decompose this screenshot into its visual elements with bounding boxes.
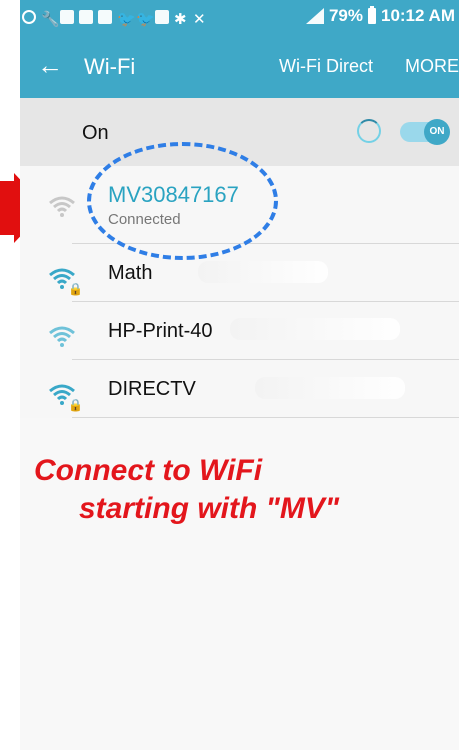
blur-mask <box>230 318 400 340</box>
lock-icon: 🔒 <box>68 398 83 412</box>
image-icon <box>60 10 74 24</box>
more-button[interactable]: MORE <box>405 56 459 77</box>
network-row-hp-print[interactable]: HP-Print-40 <box>20 302 459 360</box>
signal-icon <box>305 8 324 24</box>
wifi-on-label: On <box>82 122 109 144</box>
scanning-spinner-icon <box>357 119 381 143</box>
wrench-icon: 🔧 <box>41 11 60 28</box>
back-arrow-icon[interactable]: ← <box>37 52 63 78</box>
switch-knob: ON <box>424 119 450 145</box>
network-row-directv[interactable]: 🔒 DIRECTV <box>20 360 459 418</box>
blur-mask <box>198 261 328 283</box>
flipboard-icon <box>79 10 93 24</box>
callout-line1: Connect to WiFi <box>34 454 263 487</box>
battery-icon <box>367 6 376 24</box>
wifi-icon <box>49 326 75 347</box>
clock: 10:12 AM <box>380 6 455 25</box>
blur-mask <box>255 377 405 399</box>
screenshot-icon <box>155 10 169 24</box>
instruction-callout: Connect to WiFi starting with "MV" <box>34 452 339 528</box>
network-row-math[interactable]: 🔒 Math <box>20 244 459 302</box>
wifi-signal-icon <box>49 196 75 217</box>
wifi-direct-button[interactable]: Wi-Fi Direct <box>279 56 373 77</box>
network-name: Math <box>108 262 153 284</box>
mute-icon: ✕ <box>193 11 206 28</box>
status-right: 79% 10:12 AM <box>305 6 455 26</box>
app-bar: ← Wi-Fi Wi-Fi Direct MORE <box>20 34 459 98</box>
lock-icon: 🔒 <box>68 282 83 296</box>
status-icons: 🔧 🐦 🐦 ✱ ✕ <box>22 7 207 28</box>
battery-level: 79% <box>328 6 363 25</box>
callout-line2: starting with "MV" <box>79 492 340 525</box>
email-icon <box>98 10 112 24</box>
status-bar: 🔧 🐦 🐦 ✱ ✕ 79% 10:12 AM <box>20 0 459 34</box>
divider <box>72 417 459 418</box>
twitter-icon: 🐦 <box>117 11 136 28</box>
highlight-circle <box>87 142 278 260</box>
network-name: HP-Print-40 <box>108 320 213 342</box>
phone-screen: 🔧 🐦 🐦 ✱ ✕ 79% 10:12 AM ← Wi-Fi Wi-Fi Dir… <box>20 0 459 750</box>
do-not-disturb-icon <box>22 10 36 24</box>
network-name: DIRECTV <box>108 378 196 400</box>
bluetooth-icon: ✱ <box>174 11 187 28</box>
twitter-icon-2: 🐦 <box>136 11 155 28</box>
page-title: Wi-Fi <box>84 54 136 79</box>
wifi-switch[interactable]: ON <box>400 119 450 145</box>
